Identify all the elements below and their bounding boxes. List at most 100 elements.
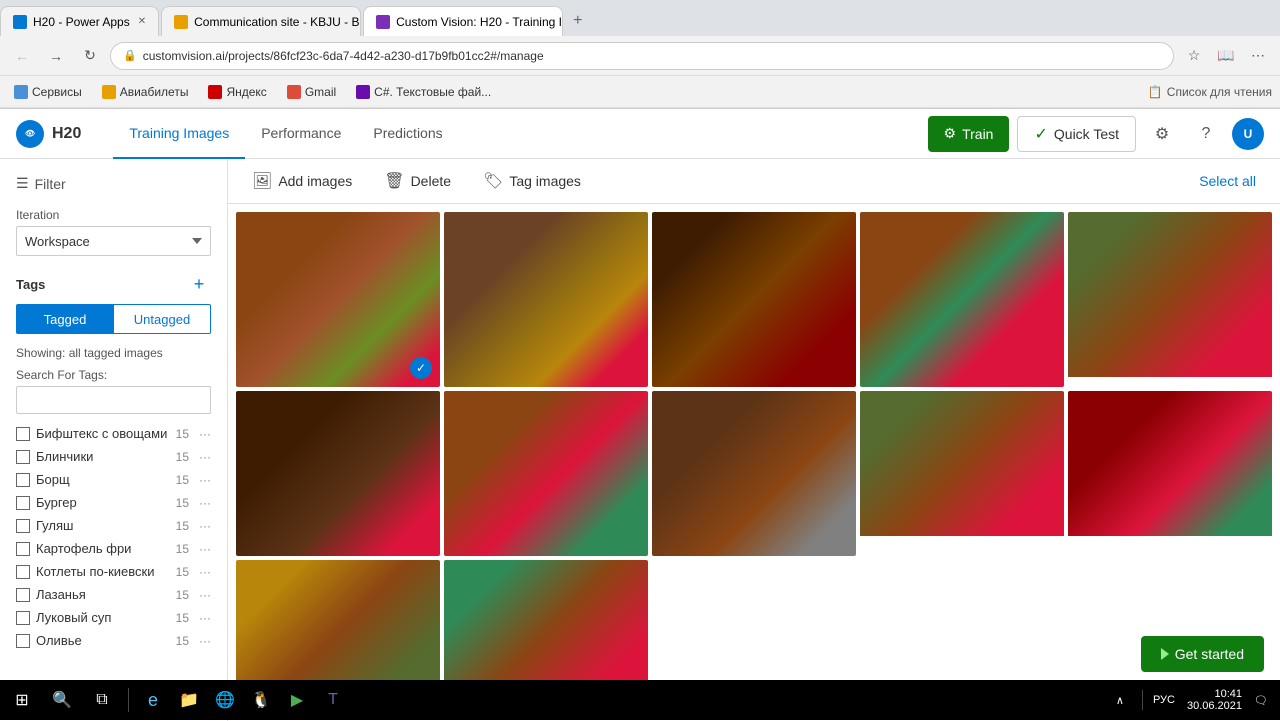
tags-header: Tags + — [0, 264, 227, 304]
tag-more-icon[interactable]: ··· — [199, 542, 211, 556]
tag-checkbox[interactable] — [16, 427, 30, 441]
image-card-0[interactable]: ✓ — [236, 212, 440, 387]
notification-icon[interactable]: 🗨 — [1254, 694, 1268, 707]
tag-more-icon[interactable]: ··· — [199, 565, 211, 579]
taskbar-teams[interactable]: T — [317, 684, 349, 716]
image-card-2[interactable] — [652, 212, 856, 387]
tag-item-2[interactable]: Борщ 15 ··· — [0, 468, 227, 491]
tag-checkbox[interactable] — [16, 496, 30, 510]
tag-checkbox[interactable] — [16, 542, 30, 556]
tag-item-7[interactable]: Лазанья 15 ··· — [0, 583, 227, 606]
reading-list-btn[interactable]: 📋 Список для чтения — [1148, 85, 1272, 99]
tag-checkbox[interactable] — [16, 450, 30, 464]
taskbar-app1[interactable]: 🐧 — [245, 684, 277, 716]
nav-tab-training-label: Training Images — [129, 125, 229, 141]
select-all-button[interactable]: Select all — [1191, 169, 1264, 193]
image-card-1[interactable] — [444, 212, 648, 387]
image-card-4[interactable] — [1068, 212, 1272, 387]
image-card-3[interactable] — [860, 212, 1064, 387]
tab-1[interactable]: H20 - Power Apps ✕ — [0, 6, 159, 36]
start-button[interactable]: ⊞ — [4, 682, 40, 718]
new-tab-button[interactable]: + — [565, 6, 590, 36]
tags-title: Tags — [16, 277, 45, 292]
reading-list-icon[interactable]: 📖 — [1212, 42, 1240, 70]
taskbar-edge[interactable]: e — [137, 684, 169, 716]
back-button[interactable]: ← — [8, 42, 36, 70]
tag-item-8[interactable]: Луковый суп 15 ··· — [0, 606, 227, 629]
tag-more-icon[interactable]: ··· — [199, 588, 211, 602]
tag-checkbox[interactable] — [16, 634, 30, 648]
nav-tab-training[interactable]: Training Images — [113, 109, 245, 159]
bookmark-yandex[interactable]: Яндекс — [202, 83, 272, 101]
image-card-6[interactable] — [444, 391, 648, 556]
nav-tab-performance[interactable]: Performance — [245, 109, 357, 159]
add-images-button[interactable]: 🖼 Add images — [244, 167, 360, 195]
train-button[interactable]: ⚙ Train — [928, 116, 1010, 152]
tag-images-button[interactable]: 🏷 Tag images — [475, 167, 589, 195]
tag-count: 15 — [176, 634, 189, 648]
url-text: customvision.ai/projects/86fcf23c-6da7-4… — [143, 49, 1161, 63]
taskbar-chrome[interactable]: 🌐 — [209, 684, 241, 716]
more-icon[interactable]: ⋯ — [1244, 42, 1272, 70]
delete-button[interactable]: 🗑 Delete — [376, 167, 459, 195]
header-actions: ⚙ Train ✓ Quick Test ⚙ ? U — [928, 116, 1264, 152]
tab-3-icon — [376, 15, 390, 29]
tag-item-0[interactable]: Бифштекс с овощами 15 ··· — [0, 422, 227, 445]
search-button[interactable]: 🔍 — [44, 682, 80, 718]
tag-checkbox[interactable] — [16, 588, 30, 602]
task-view-button[interactable]: ⧉ — [84, 682, 120, 718]
search-tags-input[interactable] — [16, 386, 211, 414]
quick-test-button[interactable]: ✓ Quick Test — [1017, 116, 1136, 152]
user-avatar[interactable]: U — [1232, 118, 1264, 150]
url-bar[interactable]: 🔒 customvision.ai/projects/86fcf23c-6da7… — [110, 42, 1174, 70]
tag-item-1[interactable]: Блинчики 15 ··· — [0, 445, 227, 468]
address-bar: ← → ↻ 🔒 customvision.ai/projects/86fcf23… — [0, 36, 1280, 76]
refresh-button[interactable]: ↻ — [76, 42, 104, 70]
settings-icon-button[interactable]: ⚙ — [1144, 116, 1180, 152]
image-card-9[interactable] — [1068, 391, 1272, 556]
help-icon-button[interactable]: ? — [1188, 116, 1224, 152]
star-icon[interactable]: ☆ — [1180, 42, 1208, 70]
tag-more-icon[interactable]: ··· — [199, 634, 211, 648]
tag-checkbox[interactable] — [16, 611, 30, 625]
add-tag-button[interactable]: + — [187, 272, 211, 296]
tag-more-icon[interactable]: ··· — [199, 519, 211, 533]
tag-item-6[interactable]: Котлеты по-киевски 15 ··· — [0, 560, 227, 583]
untagged-filter-button[interactable]: Untagged — [114, 304, 211, 334]
tag-checkbox[interactable] — [16, 519, 30, 533]
bookmark-gmail[interactable]: Gmail — [281, 83, 342, 101]
filter-header[interactable]: ☰ Filter — [0, 167, 227, 200]
tag-name: Бургер — [36, 495, 170, 510]
tag-item-4[interactable]: Гуляш 15 ··· — [0, 514, 227, 537]
tag-more-icon[interactable]: ··· — [199, 473, 211, 487]
bookmark-csharp[interactable]: C#. Текстовые фай... — [350, 83, 497, 101]
tag-item-5[interactable]: Картофель фри 15 ··· — [0, 537, 227, 560]
tag-count: 15 — [176, 588, 189, 602]
tab-1-close[interactable]: ✕ — [138, 16, 146, 27]
tag-more-icon[interactable]: ··· — [199, 450, 211, 464]
tag-item-3[interactable]: Бургер 15 ··· — [0, 491, 227, 514]
image-card-7[interactable] — [652, 391, 856, 556]
tab-3[interactable]: Custom Vision: H20 - Training Im... ✕ — [363, 6, 563, 36]
tag-name: Оливье — [36, 633, 170, 648]
image-card-5[interactable] — [236, 391, 440, 556]
taskbar-files[interactable]: 📁 — [173, 684, 205, 716]
forward-button[interactable]: → — [42, 42, 70, 70]
tag-list: Бифштекс с овощами 15 ··· Блинчики 15 ··… — [0, 422, 227, 652]
nav-tab-predictions[interactable]: Predictions — [357, 109, 458, 159]
tag-more-icon[interactable]: ··· — [199, 427, 211, 441]
bookmark-services[interactable]: Сервисы — [8, 83, 88, 101]
tag-more-icon[interactable]: ··· — [199, 611, 211, 625]
tagged-filter-button[interactable]: Tagged — [16, 304, 114, 334]
tag-checkbox[interactable] — [16, 473, 30, 487]
tag-more-icon[interactable]: ··· — [199, 496, 211, 510]
get-started-button[interactable]: Get started — [1141, 636, 1264, 672]
logo-text: 👁 — [25, 129, 35, 138]
iteration-select[interactable]: Workspace Iteration 1 Iteration 2 — [16, 226, 211, 256]
tag-checkbox[interactable] — [16, 565, 30, 579]
bookmark-avia[interactable]: Авиабилеты — [96, 83, 195, 101]
tab-2[interactable]: Communication site - KBJU - Bo... ✕ — [161, 6, 361, 36]
taskbar-app2[interactable]: ▶ — [281, 684, 313, 716]
image-card-8[interactable] — [860, 391, 1064, 556]
tag-item-9[interactable]: Оливье 15 ··· — [0, 629, 227, 652]
